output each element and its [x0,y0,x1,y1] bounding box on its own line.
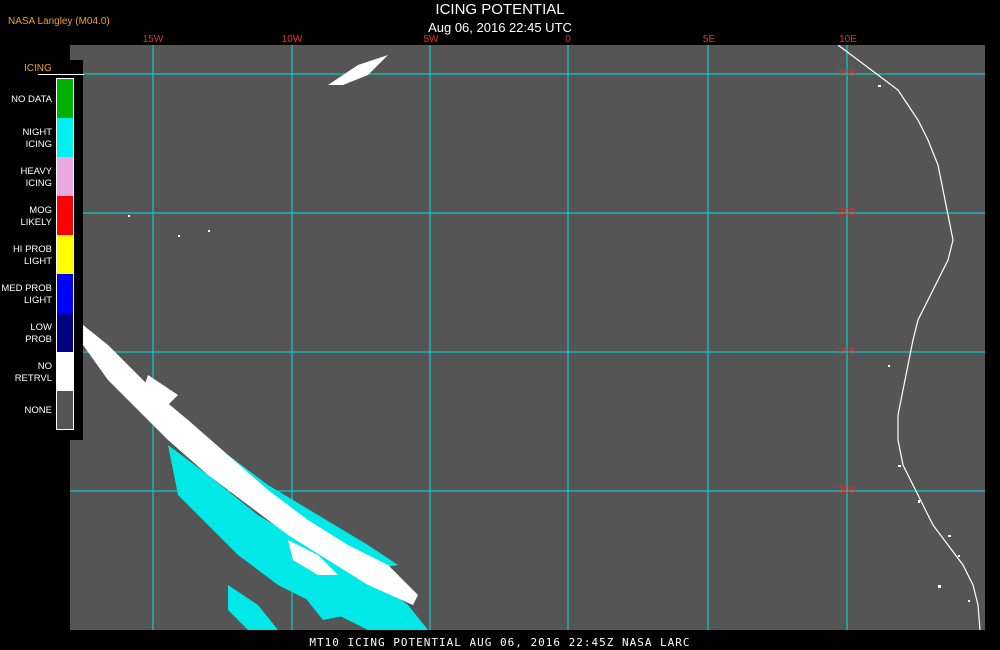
legend-label-mog-likely: MOG LIKELY [20,205,52,228]
satellite-map[interactable] [68,45,985,630]
lat-label-15s: 15S [838,68,856,79]
legend-label-heavy-icing: HEAVY ICING [20,166,52,189]
coastline [837,45,981,630]
lat-label-20s: 20S [838,207,856,218]
legend-label-none: NONE [24,405,52,416]
legend-title: ICING [24,63,52,74]
lon-label-10w: 10W [281,34,303,45]
legend-label-low-prob: LOW PROB [25,322,52,345]
lat-label-30s: 30S [838,485,856,496]
legend-label-hi-prob-light: HI PROB LIGHT [12,244,52,267]
legend-label-no-retrvl: NO RETRVL [14,361,52,384]
lon-label-5w: 5W [423,34,439,45]
graticule [68,45,985,630]
legend-title-tick [38,74,84,75]
lon-label-5e: 5E [702,34,716,45]
legend-color-bar [56,78,74,430]
legend-label-med-prob-light: MED PROB LIGHT [1,283,52,306]
footer-caption: MT10 ICING POTENTIAL AUG 06, 2016 22:45Z… [309,636,691,649]
lon-label-0: 0 [565,34,571,45]
map-timestamp: Aug 06, 2016 22:45 UTC [428,20,572,35]
map-graphics [68,45,985,630]
legend-label-night-icing: NIGHT ICING [22,127,52,150]
map-title: ICING POTENTIAL [435,1,565,18]
lon-label-10e: 10E [839,34,857,45]
lat-label-25s: 25S [838,346,856,357]
legend-label-no-data: NO DATA [11,94,52,105]
lon-label-15w: 15W [142,34,164,45]
